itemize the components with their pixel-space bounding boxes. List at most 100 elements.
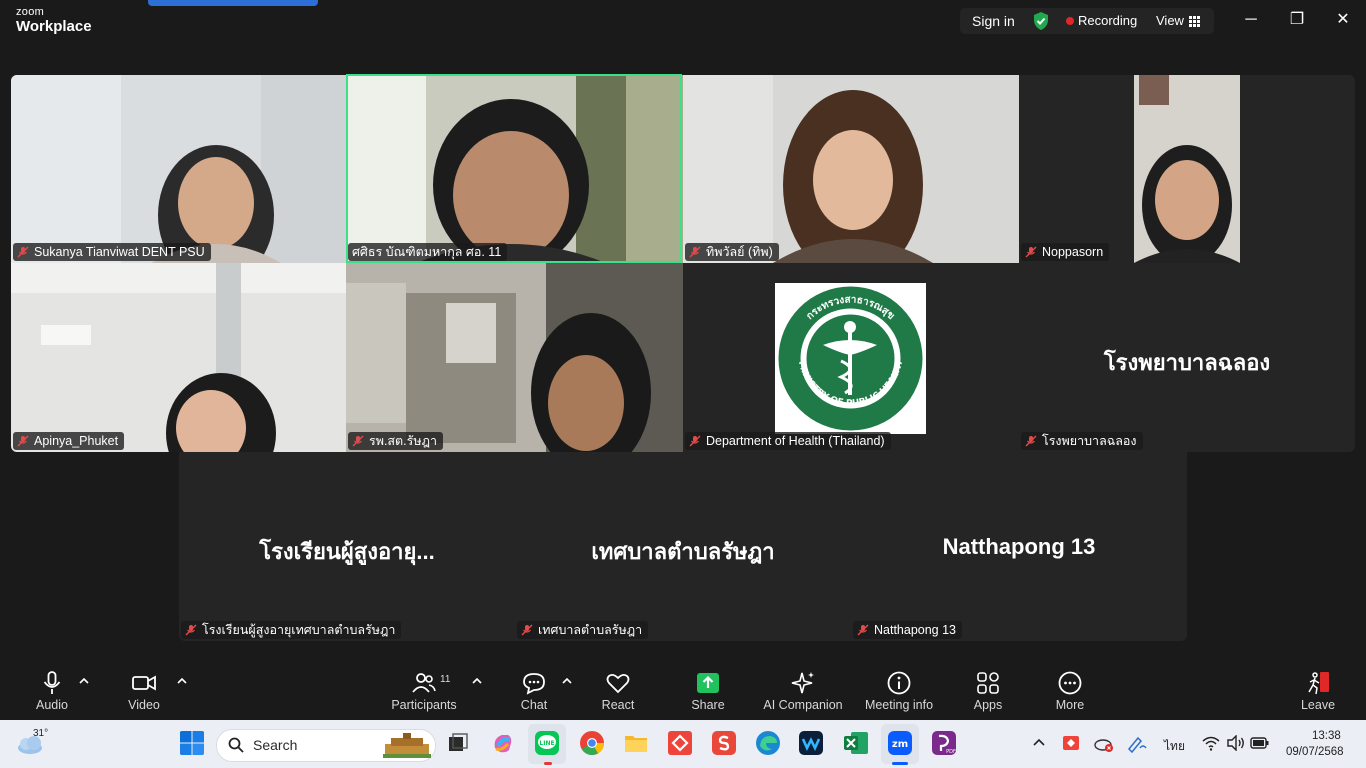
- wps-icon[interactable]: [711, 730, 737, 756]
- participant-display-name: โรงพยาบาลฉลอง: [1103, 350, 1271, 375]
- video-tile-rassada-municipality[interactable]: เทศบาลตำบลรัษฎา เทศบาลตำบลรัษฎา: [515, 452, 851, 641]
- participant-video-image: [346, 75, 683, 263]
- share-button[interactable]: Share: [678, 658, 738, 718]
- participant-name-text: โรงพยาบาลฉลอง: [1042, 434, 1137, 448]
- ai-companion-label: AI Companion: [763, 698, 843, 712]
- show-hidden-icons-chevron-icon[interactable]: [1032, 738, 1046, 748]
- leave-label: Leave: [1300, 698, 1336, 712]
- participants-options-chevron-icon[interactable]: [471, 676, 483, 686]
- chat-button[interactable]: Chat: [504, 658, 564, 718]
- participant-video-image: [1019, 75, 1355, 263]
- participant-name-text: ศศิธร บัณฑิตมหากุล ศอ. 11: [352, 245, 502, 259]
- battery-icon[interactable]: [1250, 736, 1270, 750]
- close-button[interactable]: ✕: [1328, 8, 1358, 34]
- participant-name-text: Noppasorn: [1042, 245, 1104, 259]
- logo-small-text: zoom: [16, 6, 45, 18]
- minimize-button[interactable]: ─: [1236, 8, 1266, 34]
- copilot-icon[interactable]: [490, 730, 516, 756]
- microphone-icon: [43, 671, 61, 694]
- leave-door-icon: [1308, 672, 1329, 695]
- participant-name-label: Department of Health (Thailand): [685, 432, 891, 450]
- video-tile-chalong-hospital[interactable]: โรงพยาบาลฉลอง โรงพยาบาลฉลอง: [1019, 263, 1355, 452]
- participant-name-label: Sukanya Tianviwat DENT PSU: [13, 243, 211, 261]
- clock-date[interactable]: 09/07/2568: [1286, 746, 1344, 758]
- participant-name-label: โรงเรียนผู้สูงอายุเทศบาลตำบลรัษฎา: [181, 621, 402, 639]
- participant-name-text: Natthapong 13: [874, 623, 957, 637]
- volume-icon[interactable]: [1226, 735, 1246, 751]
- ai-companion-button[interactable]: AI Companion: [758, 658, 848, 718]
- video-tile-department-of-health[interactable]: กระทรวงสาธารณสุข MINISTRY OF PUBLIC HEAL…: [683, 263, 1019, 452]
- video-label: Video: [128, 698, 160, 712]
- video-tile-natthapong[interactable]: Natthapong 13 Natthapong 13: [851, 452, 1187, 641]
- meeting-info-button[interactable]: Meeting info: [858, 658, 940, 718]
- more-button[interactable]: More: [1040, 658, 1100, 718]
- zoom-active-indicator: [892, 762, 908, 765]
- apps-button[interactable]: Apps: [958, 658, 1018, 718]
- svg-text:PDF: PDF: [946, 749, 956, 755]
- muted-mic-icon: [521, 624, 533, 636]
- view-button[interactable]: View: [1156, 8, 1184, 34]
- wifi-icon[interactable]: [1202, 736, 1220, 751]
- security-shield-icon[interactable]: [1032, 11, 1050, 31]
- video-button[interactable]: Video: [114, 658, 174, 718]
- svg-text:zm: zm: [892, 739, 908, 750]
- react-button[interactable]: React: [588, 658, 648, 718]
- anydesk-tray-icon[interactable]: [1062, 735, 1080, 751]
- participant-name-text: Sukanya Tianviwat DENT PSU: [34, 245, 205, 259]
- input-language-indicator[interactable]: ไทย: [1164, 737, 1185, 756]
- task-view-icon[interactable]: [445, 730, 471, 756]
- search-placeholder: Search: [253, 737, 298, 753]
- svg-text:LINE: LINE: [539, 740, 554, 747]
- ministry-seal-icon: กระทรวงสาธารณสุข MINISTRY OF PUBLIC HEAL…: [778, 286, 923, 431]
- apps-grid-icon: [977, 672, 999, 694]
- participant-name-label: โรงพยาบาลฉลอง: [1021, 432, 1143, 450]
- line-icon[interactable]: LINE: [534, 730, 560, 756]
- ministry-logo: กระทรวงสาธารณสุข MINISTRY OF PUBLIC HEAL…: [775, 283, 926, 434]
- chrome-icon[interactable]: [579, 730, 605, 756]
- video-options-chevron-icon[interactable]: [176, 676, 188, 686]
- audio-options-chevron-icon[interactable]: [78, 676, 90, 686]
- video-tile-sukanya[interactable]: Sukanya Tianviwat DENT PSU: [11, 75, 346, 263]
- restore-button[interactable]: ❐: [1282, 8, 1312, 34]
- start-icon[interactable]: [179, 730, 205, 756]
- participant-name-label: รพ.สต.รัษฎา: [348, 432, 444, 450]
- meeting-toolbar: Audio Video 11 Participants Chat React S…: [0, 658, 1366, 718]
- video-tile-elderly-school[interactable]: โรงเรียนผู้สูงอายุ... โรงเรียนผู้สูงอายุ…: [179, 452, 515, 641]
- taskbar-search-box[interactable]: Search: [216, 729, 436, 762]
- app-logo: zoom Workplace: [16, 6, 92, 35]
- video-tile-rph-rassada[interactable]: รพ.สต.รัษฎา: [346, 263, 683, 452]
- recording-indicator[interactable]: Recording: [1078, 8, 1137, 34]
- pdf-icon[interactable]: PDF: [931, 730, 957, 756]
- video-tile-noppasorn[interactable]: Noppasorn: [1019, 75, 1355, 263]
- chat-options-chevron-icon[interactable]: [561, 676, 573, 686]
- video-tile-tippawan[interactable]: ทิพวัลย์ (ทิพ): [683, 75, 1019, 263]
- audio-label: Audio: [36, 698, 68, 712]
- leave-button[interactable]: Leave: [1288, 658, 1348, 718]
- participant-display-name: เทศบาลตำบลรัษฎา: [591, 539, 775, 564]
- audio-button[interactable]: Audio: [22, 658, 82, 718]
- participant-display-name: Natthapong 13: [942, 534, 1096, 559]
- edge-icon[interactable]: [755, 730, 781, 756]
- excel-icon[interactable]: [843, 730, 869, 756]
- participant-name-label: เทศบาลตำบลรัษฎา: [517, 621, 649, 639]
- anydesk-icon[interactable]: [667, 730, 693, 756]
- clock-time[interactable]: 13:38: [1312, 730, 1341, 742]
- meeting-info-label: Meeting info: [864, 698, 934, 712]
- zoom-icon[interactable]: zm: [887, 730, 913, 756]
- pen-input-icon[interactable]: [1126, 734, 1148, 754]
- sign-in-button[interactable]: Sign in: [972, 8, 1015, 34]
- webex-icon[interactable]: [798, 730, 824, 756]
- file-explorer-icon[interactable]: [623, 730, 649, 756]
- window-drag-tab[interactable]: [148, 0, 318, 6]
- muted-mic-icon: [689, 435, 701, 447]
- more-label: More: [1055, 698, 1085, 712]
- video-tile-sasithorn[interactable]: ศศิธร บัณฑิตมหากุล ศอ. 11: [346, 75, 683, 263]
- video-tile-apinya[interactable]: Apinya_Phuket: [11, 263, 346, 452]
- heart-icon: [606, 673, 630, 694]
- participants-button[interactable]: 11 Participants: [384, 658, 464, 718]
- cloud-sync-error-icon[interactable]: [1094, 735, 1114, 753]
- chat-bubble-icon: [523, 673, 545, 695]
- search-highlight-image-icon: [383, 733, 431, 758]
- grid-view-icon[interactable]: [1189, 16, 1200, 27]
- participant-name-text: โรงเรียนผู้สูงอายุเทศบาลตำบลรัษฎา: [202, 623, 396, 637]
